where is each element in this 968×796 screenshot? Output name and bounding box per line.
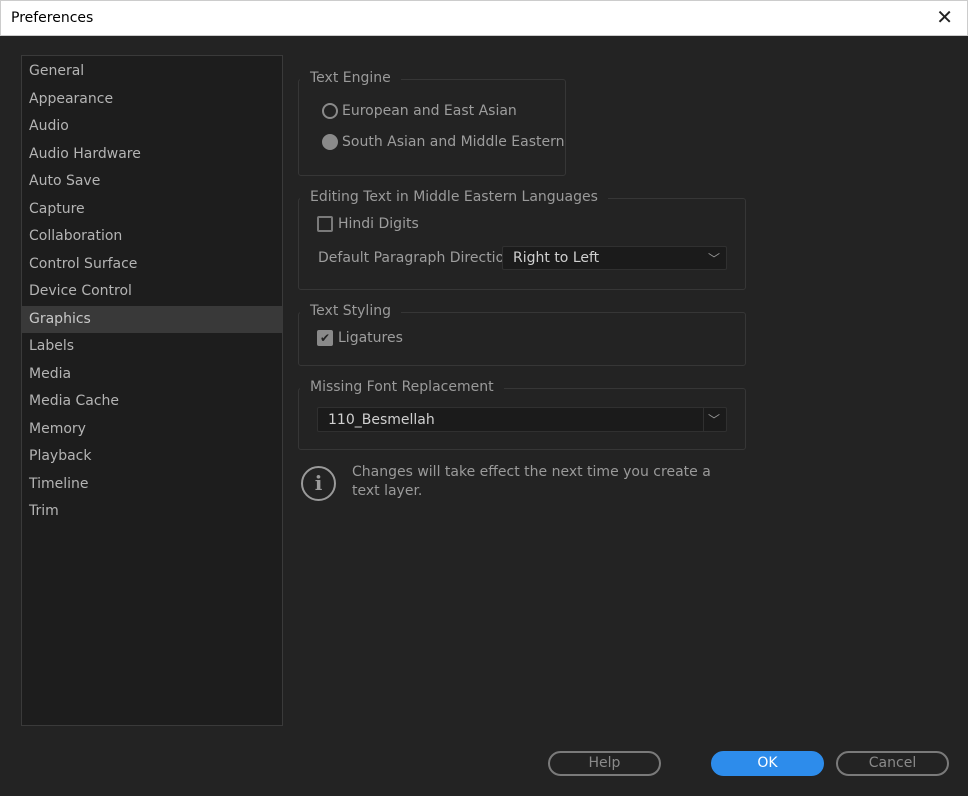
missing-font-legend: Missing Font Replacement — [300, 379, 504, 395]
checkbox-label: Ligatures — [338, 330, 403, 346]
sidebar-item-device-control[interactable]: Device Control — [22, 278, 282, 306]
text-engine-group: Text Engine European and East Asian Sout… — [298, 70, 566, 176]
sidebar-item-audio-hardware[interactable]: Audio Hardware — [22, 141, 282, 169]
sidebar-item-media-cache[interactable]: Media Cache — [22, 388, 282, 416]
sidebar-item-labels[interactable]: Labels — [22, 333, 282, 361]
info-icon: i — [301, 466, 336, 501]
radio-label: South Asian and Middle Eastern — [342, 134, 565, 150]
missing-font-dropdown[interactable]: 110_Besmellah ﹀ — [317, 407, 727, 432]
sidebar-item-media[interactable]: Media — [22, 361, 282, 389]
sidebar-item-control-surface[interactable]: Control Surface — [22, 251, 282, 279]
chevron-down-icon: ﹀ — [707, 252, 720, 266]
info-text: Changes will take effect the next time y… — [352, 464, 711, 499]
radio-icon[interactable] — [322, 103, 338, 119]
radio-european[interactable]: European and East Asian — [322, 103, 517, 119]
help-button[interactable]: Help — [548, 751, 661, 776]
sidebar-item-trim[interactable]: Trim — [22, 498, 282, 526]
title-bar: Preferences ✕ — [0, 0, 968, 36]
missing-font-group: Missing Font Replacement 110_Besmellah ﹀ — [298, 379, 746, 450]
sidebar-item-timeline[interactable]: Timeline — [22, 471, 282, 499]
sidebar: General Appearance Audio Audio Hardware Auto… — [21, 55, 283, 726]
text-engine-legend: Text Engine — [300, 70, 401, 86]
text-styling-group: Text Styling ✔ Ligatures — [298, 303, 746, 366]
radio-south-asian[interactable]: South Asian and Middle Eastern — [322, 134, 565, 150]
text-styling-legend: Text Styling — [300, 303, 401, 319]
cancel-button[interactable]: Cancel — [836, 751, 949, 776]
middle-eastern-legend: Editing Text in Middle Eastern Languages — [300, 189, 608, 205]
chevron-down-icon: ﹀ — [707, 413, 720, 427]
ok-button[interactable]: OK — [711, 751, 824, 776]
dropdown-value: 110_Besmellah — [328, 411, 435, 428]
window-title: Preferences — [11, 10, 94, 26]
direction-dropdown[interactable]: Right to Left ﹀ — [502, 246, 727, 270]
direction-label: Default Paragraph Direction: — [318, 250, 518, 266]
hindi-digits-checkbox[interactable]: Hindi Digits — [317, 216, 419, 232]
checkmark-icon[interactable]: ✔ — [317, 330, 333, 346]
ligatures-checkbox[interactable]: ✔ Ligatures — [317, 330, 403, 346]
sidebar-item-general[interactable]: General — [22, 58, 282, 86]
sidebar-item-auto-save[interactable]: Auto Save — [22, 168, 282, 196]
checkbox-icon[interactable] — [317, 216, 333, 232]
dropdown-value: Right to Left — [513, 250, 600, 266]
sidebar-item-collaboration[interactable]: Collaboration — [22, 223, 282, 251]
sidebar-item-audio[interactable]: Audio — [22, 113, 282, 141]
radio-label: European and East Asian — [342, 103, 517, 119]
checkbox-label: Hindi Digits — [338, 216, 419, 232]
sidebar-item-capture[interactable]: Capture — [22, 196, 282, 224]
sidebar-item-graphics[interactable]: Graphics — [22, 305, 282, 333]
close-icon[interactable]: ✕ — [936, 5, 953, 29]
radio-selected-icon[interactable] — [322, 134, 338, 150]
sidebar-item-playback[interactable]: Playback — [22, 443, 282, 471]
sidebar-item-memory[interactable]: Memory — [22, 416, 282, 444]
sidebar-item-appearance[interactable]: Appearance — [22, 86, 282, 114]
middle-eastern-group: Editing Text in Middle Eastern Languages… — [298, 189, 746, 290]
